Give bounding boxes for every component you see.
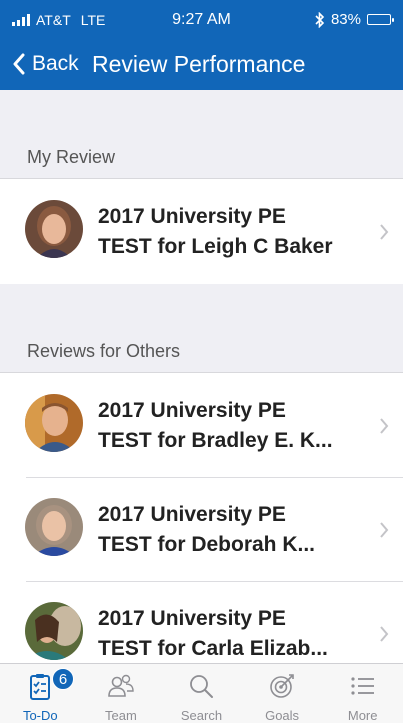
team-people-icon: [108, 674, 134, 697]
review-title: 2017 University PE TEST for Deborah K...: [98, 503, 316, 556]
tab-label: Search: [180, 708, 223, 723]
avatar: [25, 498, 83, 556]
back-label: Back: [32, 52, 79, 75]
clipboard-checklist-icon: [30, 674, 51, 700]
chevron-right-icon: [380, 224, 389, 240]
section-header-reviews-for-others: Reviews for Others: [0, 329, 403, 373]
tab-to-do[interactable]: 6 To-Do: [0, 664, 81, 723]
list-item[interactable]: 2017 University PE TEST for Bradley E. K…: [0, 374, 403, 478]
battery-icon: [367, 14, 394, 25]
tab-more[interactable]: More: [322, 664, 403, 723]
review-title: 2017 University PE TEST for Leigh C Bake…: [98, 205, 333, 258]
tab-label: Team: [104, 708, 137, 723]
review-title: 2017 University PE TEST for Carla Elizab…: [98, 607, 328, 660]
chevron-right-icon: [380, 418, 389, 434]
battery-percent: 83%: [330, 11, 361, 28]
todo-badge: 6: [52, 668, 74, 690]
list-item[interactable]: 2017 University PE TEST for Deborah K...: [0, 478, 403, 582]
chevron-right-icon: [380, 522, 389, 538]
list-item[interactable]: 2017 University PE TEST for Leigh C Bake…: [0, 180, 403, 284]
tab-label: To-Do: [22, 708, 58, 723]
tab-label: More: [347, 708, 378, 723]
chevron-left-icon: [13, 53, 25, 75]
avatar: [25, 394, 83, 452]
section-title: My Review: [27, 147, 116, 167]
back-button[interactable]: Back: [12, 48, 79, 80]
navigation-bar: Back Review Performance: [0, 40, 403, 90]
tab-team[interactable]: Team: [81, 664, 162, 723]
top-spacer: [0, 90, 403, 135]
page-title: Review Performance: [92, 51, 306, 77]
search-icon: [190, 675, 214, 698]
section-title: Reviews for Others: [27, 341, 181, 361]
review-title: 2017 University PE TEST for Bradley E. K…: [98, 399, 333, 452]
tab-search[interactable]: Search: [161, 664, 242, 723]
avatar: [25, 602, 83, 660]
status-bar: AT&T LTE 9:27 AM 83%: [0, 0, 403, 40]
middle-spacer: [0, 284, 403, 329]
chevron-right-icon: [380, 626, 389, 642]
target-icon: [270, 674, 294, 698]
section-header-my-review: My Review: [0, 135, 403, 179]
avatar: [25, 200, 83, 258]
tab-label: Goals: [265, 708, 300, 723]
tab-goals[interactable]: Goals: [242, 664, 323, 723]
list-menu-icon: [351, 677, 374, 695]
list-item[interactable]: 2017 University PE TEST for Carla Elizab…: [0, 582, 403, 663]
status-right: 83%: [315, 11, 394, 28]
tab-bar: 6 To-Do Team Search Goals More: [0, 663, 403, 723]
bluetooth-icon: [315, 11, 325, 28]
